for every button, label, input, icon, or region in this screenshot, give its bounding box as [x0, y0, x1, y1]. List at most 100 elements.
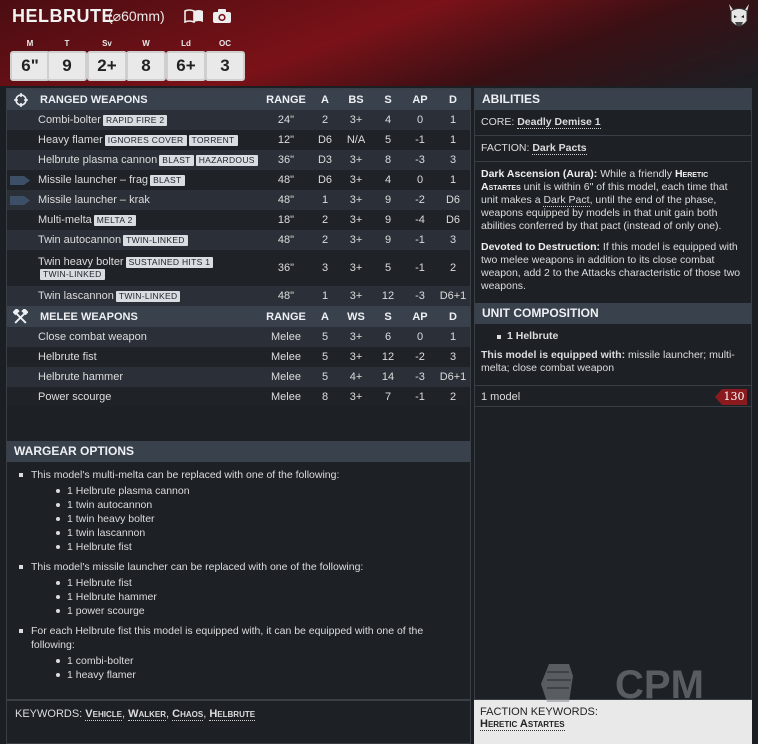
stat-objective-control: OC 3 [205, 38, 245, 81]
col-attacks: A [310, 89, 340, 110]
attacks-cell: 8 [310, 387, 340, 407]
wargear-option: For each Helbrute fist this model is equ… [17, 624, 457, 686]
weapon-name: Power scourge [7, 387, 262, 407]
ap-cell: -4 [404, 210, 436, 230]
strength-cell: 14 [372, 367, 404, 387]
bs-cell: 3+ [340, 286, 372, 306]
bs-cell: 3+ [340, 230, 372, 250]
range-cell: 48" [262, 286, 310, 306]
wargear-choice: 1 power scourge [55, 604, 457, 618]
melee-weapon-row: Power scourge Melee 8 3+ 7 -1 2 [7, 387, 470, 407]
melee-weapon-row: Close combat weapon Melee 5 3+ 6 0 1 [7, 327, 470, 347]
melee-weapons-heading: MELEE WEAPONS [7, 306, 262, 327]
melee-weapons-body: Close combat weapon Melee 5 3+ 6 0 1 Helbrute f… [7, 327, 470, 407]
keyword-helbrute: Helbrute [209, 708, 256, 721]
wargear-choice: 1 Helbrute fist [55, 540, 457, 554]
weapon-keyword-tag[interactable]: SUSTAINED HITS 1 [125, 257, 214, 268]
unit-name: HELBRUTE [12, 6, 114, 26]
weapon-name-cell: Multi-melta MELTA 2 [7, 210, 262, 230]
wargear-choice: 1 twin lascannon [55, 526, 457, 540]
attacks-cell: 3 [310, 250, 340, 286]
damage-cell: 3 [436, 150, 470, 170]
range-cell: 12" [262, 130, 310, 150]
attacks-cell: 5 [310, 327, 340, 347]
strength-cell: 7 [372, 387, 404, 407]
wargear-choice: 1 twin autocannon [55, 498, 457, 512]
ap-cell: -1 [404, 230, 436, 250]
faction-emblem-icon [729, 4, 749, 27]
weapon-keyword-tag[interactable]: TORRENT [188, 135, 238, 146]
core-ability: CORE: Deadly Demise 1 [475, 110, 751, 136]
weapon-keyword-tag[interactable]: BLAST [159, 155, 194, 166]
damage-cell: D6+1 [436, 286, 470, 306]
ap-cell: -1 [404, 250, 436, 286]
wargear-choice: 1 Helbrute fist [55, 576, 457, 590]
weapon-keyword-tag[interactable]: RAPID FIRE 2 [102, 115, 168, 126]
ranged-weapon-row: Multi-melta MELTA 2 18" 2 3+ 9 -4 D6 [7, 210, 470, 230]
damage-cell: 1 [436, 130, 470, 150]
weapon-name-cell: Twin autocannon TWIN-LINKED [7, 230, 262, 250]
weapon-keyword-tag[interactable]: MELTA 2 [93, 215, 136, 226]
strength-cell: 9 [372, 210, 404, 230]
weapon-keyword-tag[interactable]: BLAST [150, 175, 185, 186]
weapon-keyword-tag[interactable]: TWIN-LINKED [40, 269, 105, 280]
wargear-choice: 1 Helbrute plasma cannon [55, 484, 457, 498]
weapon-keyword-tag[interactable]: TWIN-LINKED [115, 291, 181, 302]
weapon-name: Twin lascannon [38, 290, 114, 302]
col-damage: D [436, 89, 470, 110]
points-row: 1 model 130 [475, 385, 751, 407]
wargear-choices: 1 combi-bolter 1 heavy flamer [31, 652, 457, 686]
faction-keyword: Heretic Astartes [480, 718, 565, 731]
wargear-choice: 1 combi-bolter [55, 654, 457, 668]
dark-pact-link[interactable]: Dark Pact [543, 194, 590, 207]
book-icon[interactable] [184, 9, 204, 23]
range-cell: 48" [262, 170, 310, 190]
attacks-cell: D6 [310, 170, 340, 190]
ap-cell: -2 [404, 190, 436, 210]
weapon-name: Helbrute hammer [7, 367, 262, 387]
wargear-options: WARGEAR OPTIONS This model's multi-melta… [7, 441, 470, 688]
melee-weapon-row: Helbrute fist Melee 5 3+ 12 -2 3 [7, 347, 470, 367]
core-ability-link[interactable]: Deadly Demise 1 [517, 116, 601, 129]
weapon-name-cell: Helbrute plasma cannon BLAST HAZARDOUS [7, 150, 262, 170]
weapon-name: Multi-melta [38, 214, 92, 226]
ap-cell: -3 [404, 150, 436, 170]
ranged-weapon-row: Combi-bolter RAPID FIRE 2 24" 2 3+ 4 0 1 [7, 110, 470, 130]
attacks-cell: D6 [310, 130, 340, 150]
attacks-cell: 2 [310, 210, 340, 230]
datasheet-header: HELBRUTE (⌀60mm) M 6" T 9 Sv 2+ W 8 Ld 6… [0, 0, 758, 86]
weapon-keyword-tag[interactable]: IGNORES COVER [104, 135, 187, 146]
ap-cell: -2 [404, 347, 436, 367]
damage-cell: 2 [436, 250, 470, 286]
model-count: 1 model [481, 391, 521, 403]
weapon-name-cell: Combi-bolter RAPID FIRE 2 [7, 110, 262, 130]
camera-icon[interactable] [212, 8, 232, 24]
strength-cell: 9 [372, 230, 404, 250]
devoted-ability: Devoted to Destruction: If this model is… [481, 241, 741, 292]
range-cell: Melee [262, 347, 310, 367]
attacks-cell: 1 [310, 286, 340, 306]
ranged-weapon-row: Missile launcher – frag BLAST 48" D6 3+ 4 0 1 [7, 170, 470, 190]
weapon-name: Combi-bolter [38, 114, 101, 126]
weapon-keyword-tag[interactable]: HAZARDOUS [195, 155, 258, 166]
ranged-weapon-row: Missile launcher – krak 48" 1 3+ 9 -2 D6 [7, 190, 470, 210]
wargear-choices: 1 Helbrute plasma cannon 1 twin autocanno… [31, 482, 457, 558]
melee-col-attacks: A [310, 306, 340, 327]
strength-cell: 5 [372, 250, 404, 286]
bs-cell: 3+ [340, 210, 372, 230]
keyword-vehicle: Vehicle [85, 708, 122, 721]
strength-cell: 12 [372, 347, 404, 367]
ranged-weapon-row: Heavy flamer IGNORES COVER TORRENT 12" D6 N/A… [7, 130, 470, 150]
melee-col-range: RANGE [262, 306, 310, 327]
weapons-panel: RANGED WEAPONS RANGE A BS S AP D Combi-b… [6, 88, 471, 700]
bs-cell: 3+ [340, 190, 372, 210]
attacks-cell: 2 [310, 110, 340, 130]
faction-ability-link[interactable]: Dark Pacts [532, 142, 587, 155]
wargear-option-text: This model's missile launcher can be rep… [31, 561, 364, 573]
ranged-header-row: RANGED WEAPONS RANGE A BS S AP D [7, 89, 470, 110]
abilities-panel: ABILITIES CORE: Deadly Demise 1 FACTION:… [474, 88, 752, 700]
weapon-keyword-tag[interactable]: TWIN-LINKED [123, 235, 188, 246]
wargear-option-text: This model's multi-melta can be replaced… [31, 469, 340, 481]
wargear-choice: 1 heavy flamer [55, 668, 457, 682]
weapon-name: Missile launcher – krak [38, 194, 150, 206]
